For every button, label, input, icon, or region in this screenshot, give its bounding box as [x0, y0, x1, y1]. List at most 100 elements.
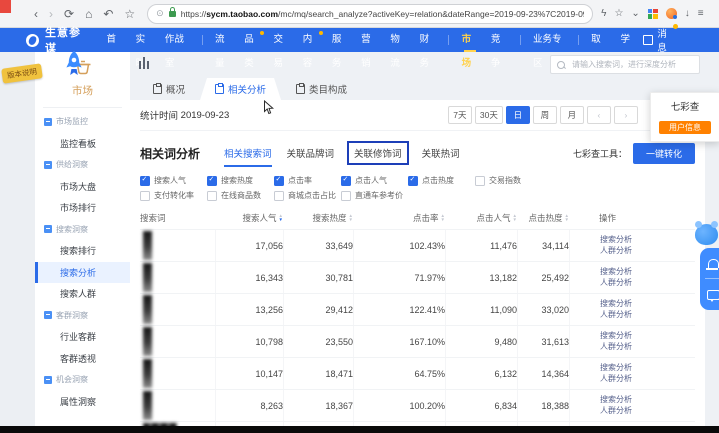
nav-service[interactable]: 服务	[332, 28, 348, 52]
nav-logistics[interactable]: 物流	[390, 28, 406, 52]
metric-online-products[interactable]: 在线商品数	[207, 190, 274, 201]
subtab-brand-words[interactable]: 关联品牌词	[287, 146, 335, 160]
sidebar-group-search-insight[interactable]: 搜索洞察	[35, 219, 130, 241]
checkbox-icon[interactable]	[341, 191, 351, 201]
col-click-rate[interactable]: 点击率	[353, 212, 445, 224]
qicai-tool-entry[interactable]: 七彩查	[651, 99, 719, 113]
sidebar-group-opportunity-insight[interactable]: 机会洞察	[35, 369, 130, 391]
tab-relation-analysis[interactable]: 相关分析	[200, 78, 281, 100]
search-analysis-link[interactable]: 搜索分析	[600, 235, 632, 246]
nav-trade[interactable]: 交易	[273, 28, 289, 52]
checkbox-checked-icon[interactable]	[207, 176, 217, 186]
sidebar-group-crowd-insight[interactable]: 客群洞察	[35, 305, 130, 327]
refresh-icon[interactable]: ⟳	[64, 8, 74, 20]
video-player-bar[interactable]	[0, 426, 719, 433]
nav-marketing[interactable]: 营销	[361, 28, 377, 52]
sidebar-item-attribute-insight[interactable]: 属性洞察	[35, 391, 130, 413]
range-week-button[interactable]: 周	[533, 106, 557, 124]
crowd-analysis-link[interactable]: 人群分析	[600, 342, 632, 353]
subtab-hot-words[interactable]: 关联热词	[422, 146, 460, 160]
urlbar-dropdown-icon[interactable]: ⌄	[631, 8, 639, 19]
search-analysis-link[interactable]: 搜索分析	[600, 395, 632, 406]
sidebar-item-industry-crowd[interactable]: 行业客群	[35, 326, 130, 348]
checkbox-checked-icon[interactable]	[140, 176, 150, 186]
nav-market[interactable]: 市场	[462, 28, 478, 52]
col-search-heat[interactable]: 搜索热度	[283, 212, 353, 224]
crowd-analysis-link[interactable]: 人群分析	[600, 278, 632, 289]
home-icon[interactable]: ⌂	[85, 8, 92, 20]
sidebar-item-search-crowd[interactable]: 搜索人群	[35, 283, 130, 305]
checkbox-icon[interactable]	[207, 191, 217, 201]
metric-mall-click-share[interactable]: 商城点击占比	[274, 190, 341, 201]
one-click-convert-button[interactable]: 一键转化	[633, 143, 695, 164]
sidebar-group-market-monitor[interactable]: 市场监控	[35, 111, 130, 133]
range-day-button[interactable]: 日	[506, 106, 530, 124]
rocket-icon[interactable]	[62, 50, 86, 83]
nav-finance[interactable]: 财务	[420, 28, 436, 52]
tab-category-composition[interactable]: 类目构成	[281, 78, 362, 100]
sycm-logo-icon[interactable]	[26, 34, 39, 47]
col-click-popularity[interactable]: 点击人气	[445, 212, 517, 224]
favorite-star-icon[interactable]: ☆	[614, 8, 623, 19]
ssl-lock-icon[interactable]	[169, 11, 176, 17]
col-click-heat[interactable]: 点击热度	[517, 212, 569, 224]
nav-realtime[interactable]: 实时	[136, 28, 152, 52]
nav-home[interactable]: 首页	[106, 28, 122, 52]
address-bar[interactable]: ⊙ https://sycm.taobao.com/mc/mq/search_a…	[147, 4, 593, 24]
subtab-modifier-words[interactable]: 关联修饰词	[347, 141, 409, 165]
metric-search-popularity[interactable]: 搜索人气	[140, 175, 207, 186]
nav-competition[interactable]: 竞争	[491, 28, 507, 52]
range-7d-button[interactable]: 7天	[448, 106, 472, 124]
nav-traffic[interactable]: 流量	[215, 28, 231, 52]
forward-icon[interactable]: ›	[49, 8, 53, 20]
metric-pay-conversion[interactable]: 支付转化率	[140, 190, 207, 201]
chat-icon[interactable]	[707, 290, 719, 300]
metric-trade-index[interactable]: 交易指数	[475, 175, 542, 186]
sidebar-group-supply-insight[interactable]: 供给洞察	[35, 154, 130, 176]
checkbox-icon[interactable]	[274, 191, 284, 201]
history-icon[interactable]: ↶	[103, 8, 113, 20]
metric-click-popularity[interactable]: 点击人气	[341, 175, 408, 186]
metric-search-heat[interactable]: 搜索热度	[207, 175, 274, 186]
bell-icon[interactable]	[708, 259, 719, 268]
crowd-analysis-link[interactable]: 人群分析	[600, 374, 632, 385]
sidebar-item-crowd-perspective[interactable]: 客群透视	[35, 348, 130, 370]
mascot-icon[interactable]	[695, 224, 718, 245]
nav-data-extract[interactable]: 取数	[591, 28, 607, 52]
sidebar-item-search-ranking[interactable]: 搜索排行	[35, 240, 130, 262]
back-icon[interactable]: ‹	[34, 8, 38, 20]
flash-plugin-icon[interactable]: ϟ	[601, 8, 606, 19]
search-analysis-link[interactable]: 搜索分析	[600, 267, 632, 278]
col-search-popularity[interactable]: 搜索人气	[215, 212, 283, 224]
crowd-analysis-link[interactable]: 人群分析	[600, 310, 632, 321]
sidebar-item-market-ranking[interactable]: 市场排行	[35, 197, 130, 219]
tab-overview[interactable]: 概况	[138, 78, 200, 100]
nav-warroom[interactable]: 作战室	[165, 28, 189, 52]
keyword-search-box[interactable]	[550, 55, 700, 74]
nav-content[interactable]: 内容	[303, 28, 319, 52]
checkbox-icon[interactable]	[475, 176, 485, 186]
browser-menu-icon[interactable]: ≡	[698, 8, 704, 19]
range-month-button[interactable]: 月	[560, 106, 584, 124]
sidebar-item-monitor-board[interactable]: 监控看板	[35, 133, 130, 155]
subtab-related-search-words[interactable]: 相关搜索词	[224, 146, 272, 160]
crowd-analysis-link[interactable]: 人群分析	[600, 246, 632, 257]
user-info-badge[interactable]: 用户信息	[659, 121, 711, 134]
checkbox-checked-icon[interactable]	[408, 176, 418, 186]
search-analysis-link[interactable]: 搜索分析	[600, 299, 632, 310]
reader-mode-icon[interactable]: ⊙	[156, 8, 164, 19]
search-analysis-link[interactable]: 搜索分析	[600, 363, 632, 374]
sidebar-item-market-overview[interactable]: 市场大盘	[35, 176, 130, 198]
metric-click-rate[interactable]: 点击率	[274, 175, 341, 186]
range-30d-button[interactable]: 30天	[475, 106, 503, 124]
crowd-analysis-link[interactable]: 人群分析	[600, 406, 632, 417]
metric-click-heat[interactable]: 点击热度	[408, 175, 475, 186]
next-date-button[interactable]: ›	[614, 106, 638, 124]
bookmark-icon[interactable]: ☆	[124, 8, 135, 20]
checkbox-icon[interactable]	[140, 191, 150, 201]
download-icon[interactable]: ↓	[685, 8, 690, 19]
checkbox-checked-icon[interactable]	[341, 176, 351, 186]
sidebar-item-search-analysis[interactable]: 搜索分析	[35, 262, 130, 284]
nav-academy[interactable]: 学院	[620, 28, 636, 52]
nav-business-zone[interactable]: 业务专区	[533, 28, 565, 52]
